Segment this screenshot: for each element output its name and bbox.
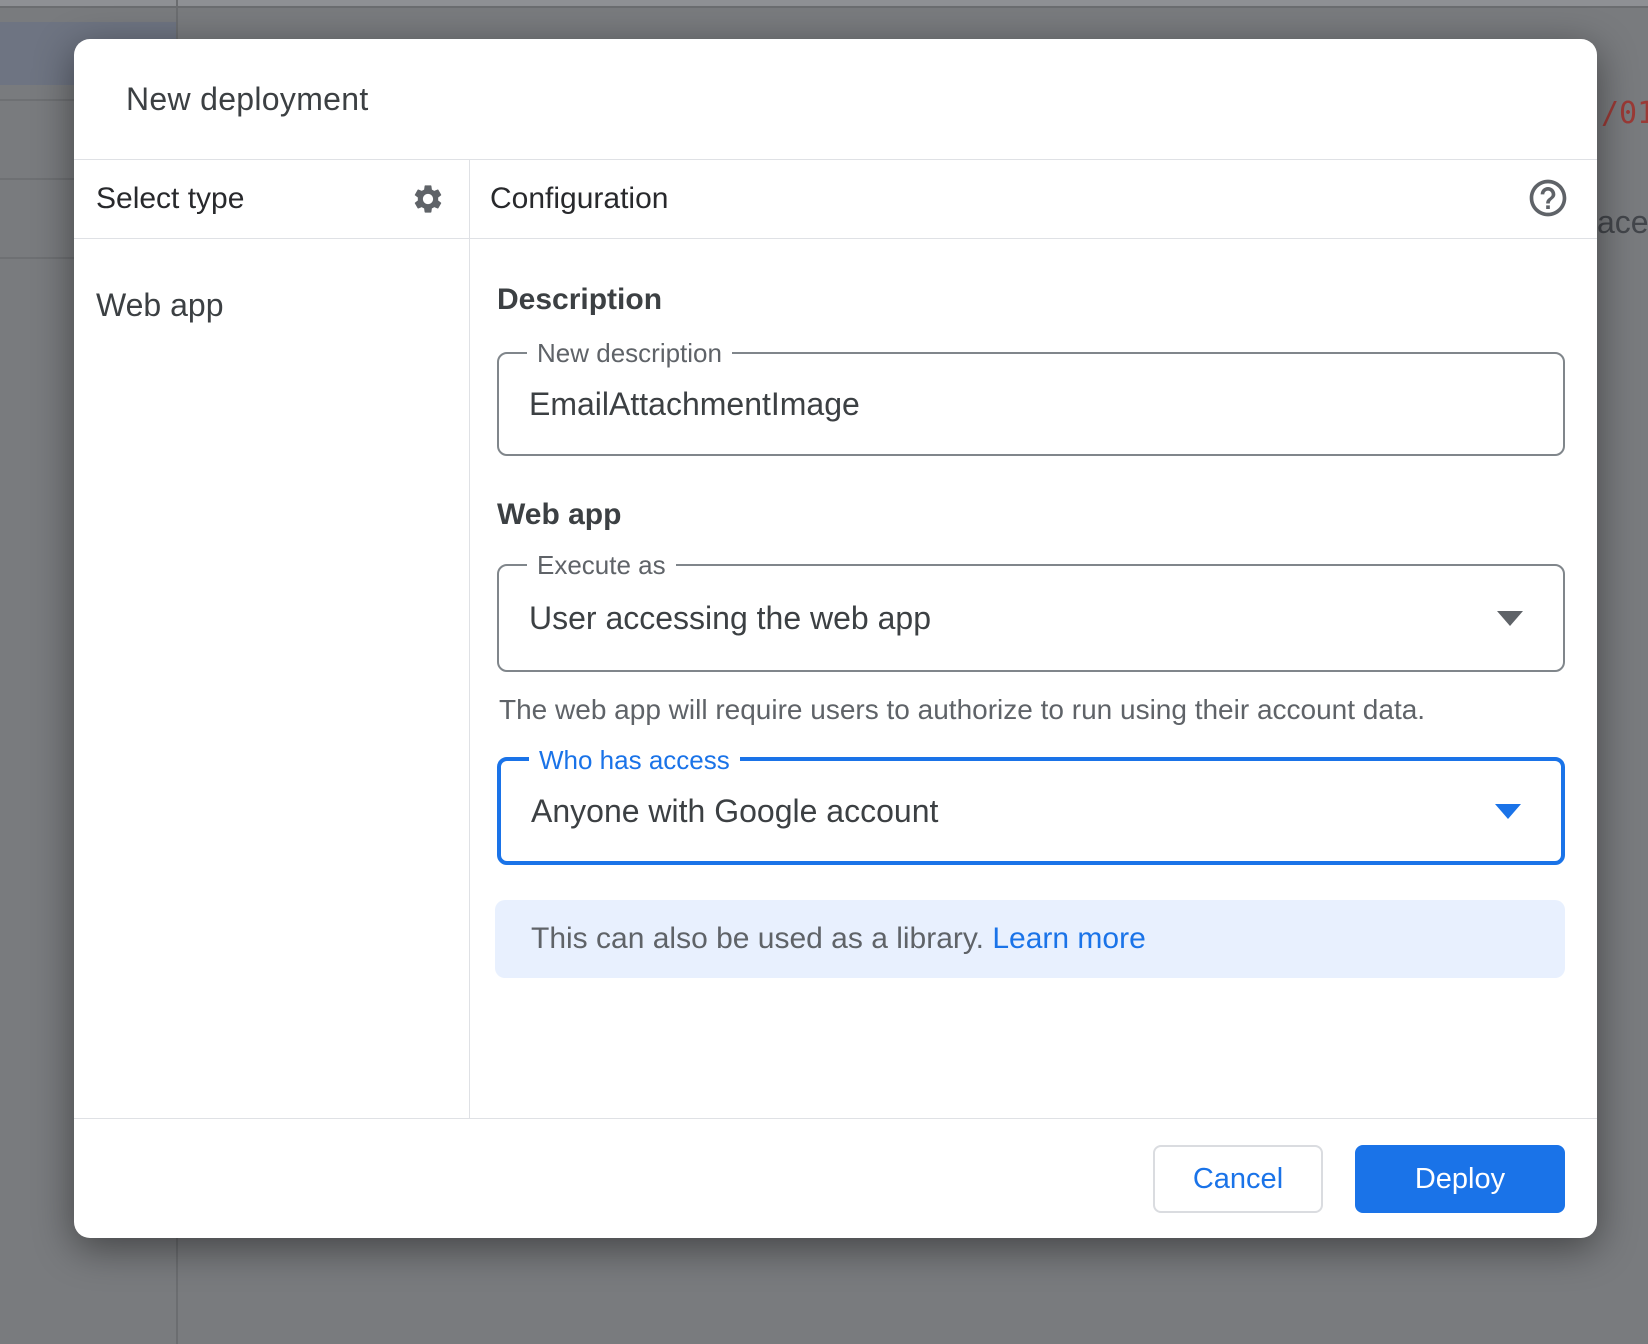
description-input[interactable]: [529, 354, 1449, 454]
select-type-header: Select type: [96, 159, 244, 238]
who-has-access-select[interactable]: Who has access Anyone with Google accoun…: [497, 757, 1565, 865]
chevron-down-icon: [1495, 804, 1521, 819]
screen: /01 ace New deployment Select type Confi…: [0, 0, 1648, 1344]
background-code-fragment: ace: [1597, 204, 1648, 241]
background-code-fragment: /01: [1601, 96, 1648, 131]
learn-more-link[interactable]: Learn more: [992, 922, 1145, 955]
background-divider: [0, 6, 1648, 8]
library-note: This can also be used as a library. Lear…: [495, 900, 1565, 978]
sidebar-item-web-app[interactable]: Web app: [74, 267, 468, 343]
background-sidebar-divider: [176, 0, 178, 40]
execute-as-value: User accessing the web app: [529, 566, 1449, 670]
panel-divider: [469, 160, 470, 1118]
new-deployment-dialog: New deployment Select type Configuration…: [74, 39, 1597, 1238]
library-note-text: This can also be used as a library.: [531, 922, 992, 955]
description-field: New description: [497, 352, 1565, 456]
background-row-divider: [0, 178, 74, 180]
configuration-header: Configuration: [490, 159, 668, 238]
description-heading: Description: [497, 283, 662, 317]
cancel-button[interactable]: Cancel: [1153, 1145, 1323, 1213]
background-row-divider: [0, 257, 74, 259]
deploy-button[interactable]: Deploy: [1355, 1145, 1565, 1213]
execute-as-select[interactable]: Execute as User accessing the web app: [497, 564, 1565, 672]
divider: [74, 238, 1597, 239]
gear-icon[interactable]: [411, 182, 445, 216]
execute-as-helper-text: The web app will require users to author…: [499, 694, 1425, 726]
background-sidebar-divider: [176, 1238, 178, 1344]
background-row-divider: [0, 99, 74, 101]
web-app-heading: Web app: [497, 498, 621, 532]
dialog-title: New deployment: [126, 39, 369, 159]
footer-divider: [74, 1118, 1597, 1119]
help-icon[interactable]: [1526, 176, 1570, 220]
who-has-access-value: Anyone with Google account: [531, 761, 1451, 861]
chevron-down-icon: [1497, 611, 1523, 626]
divider: [74, 159, 1597, 160]
